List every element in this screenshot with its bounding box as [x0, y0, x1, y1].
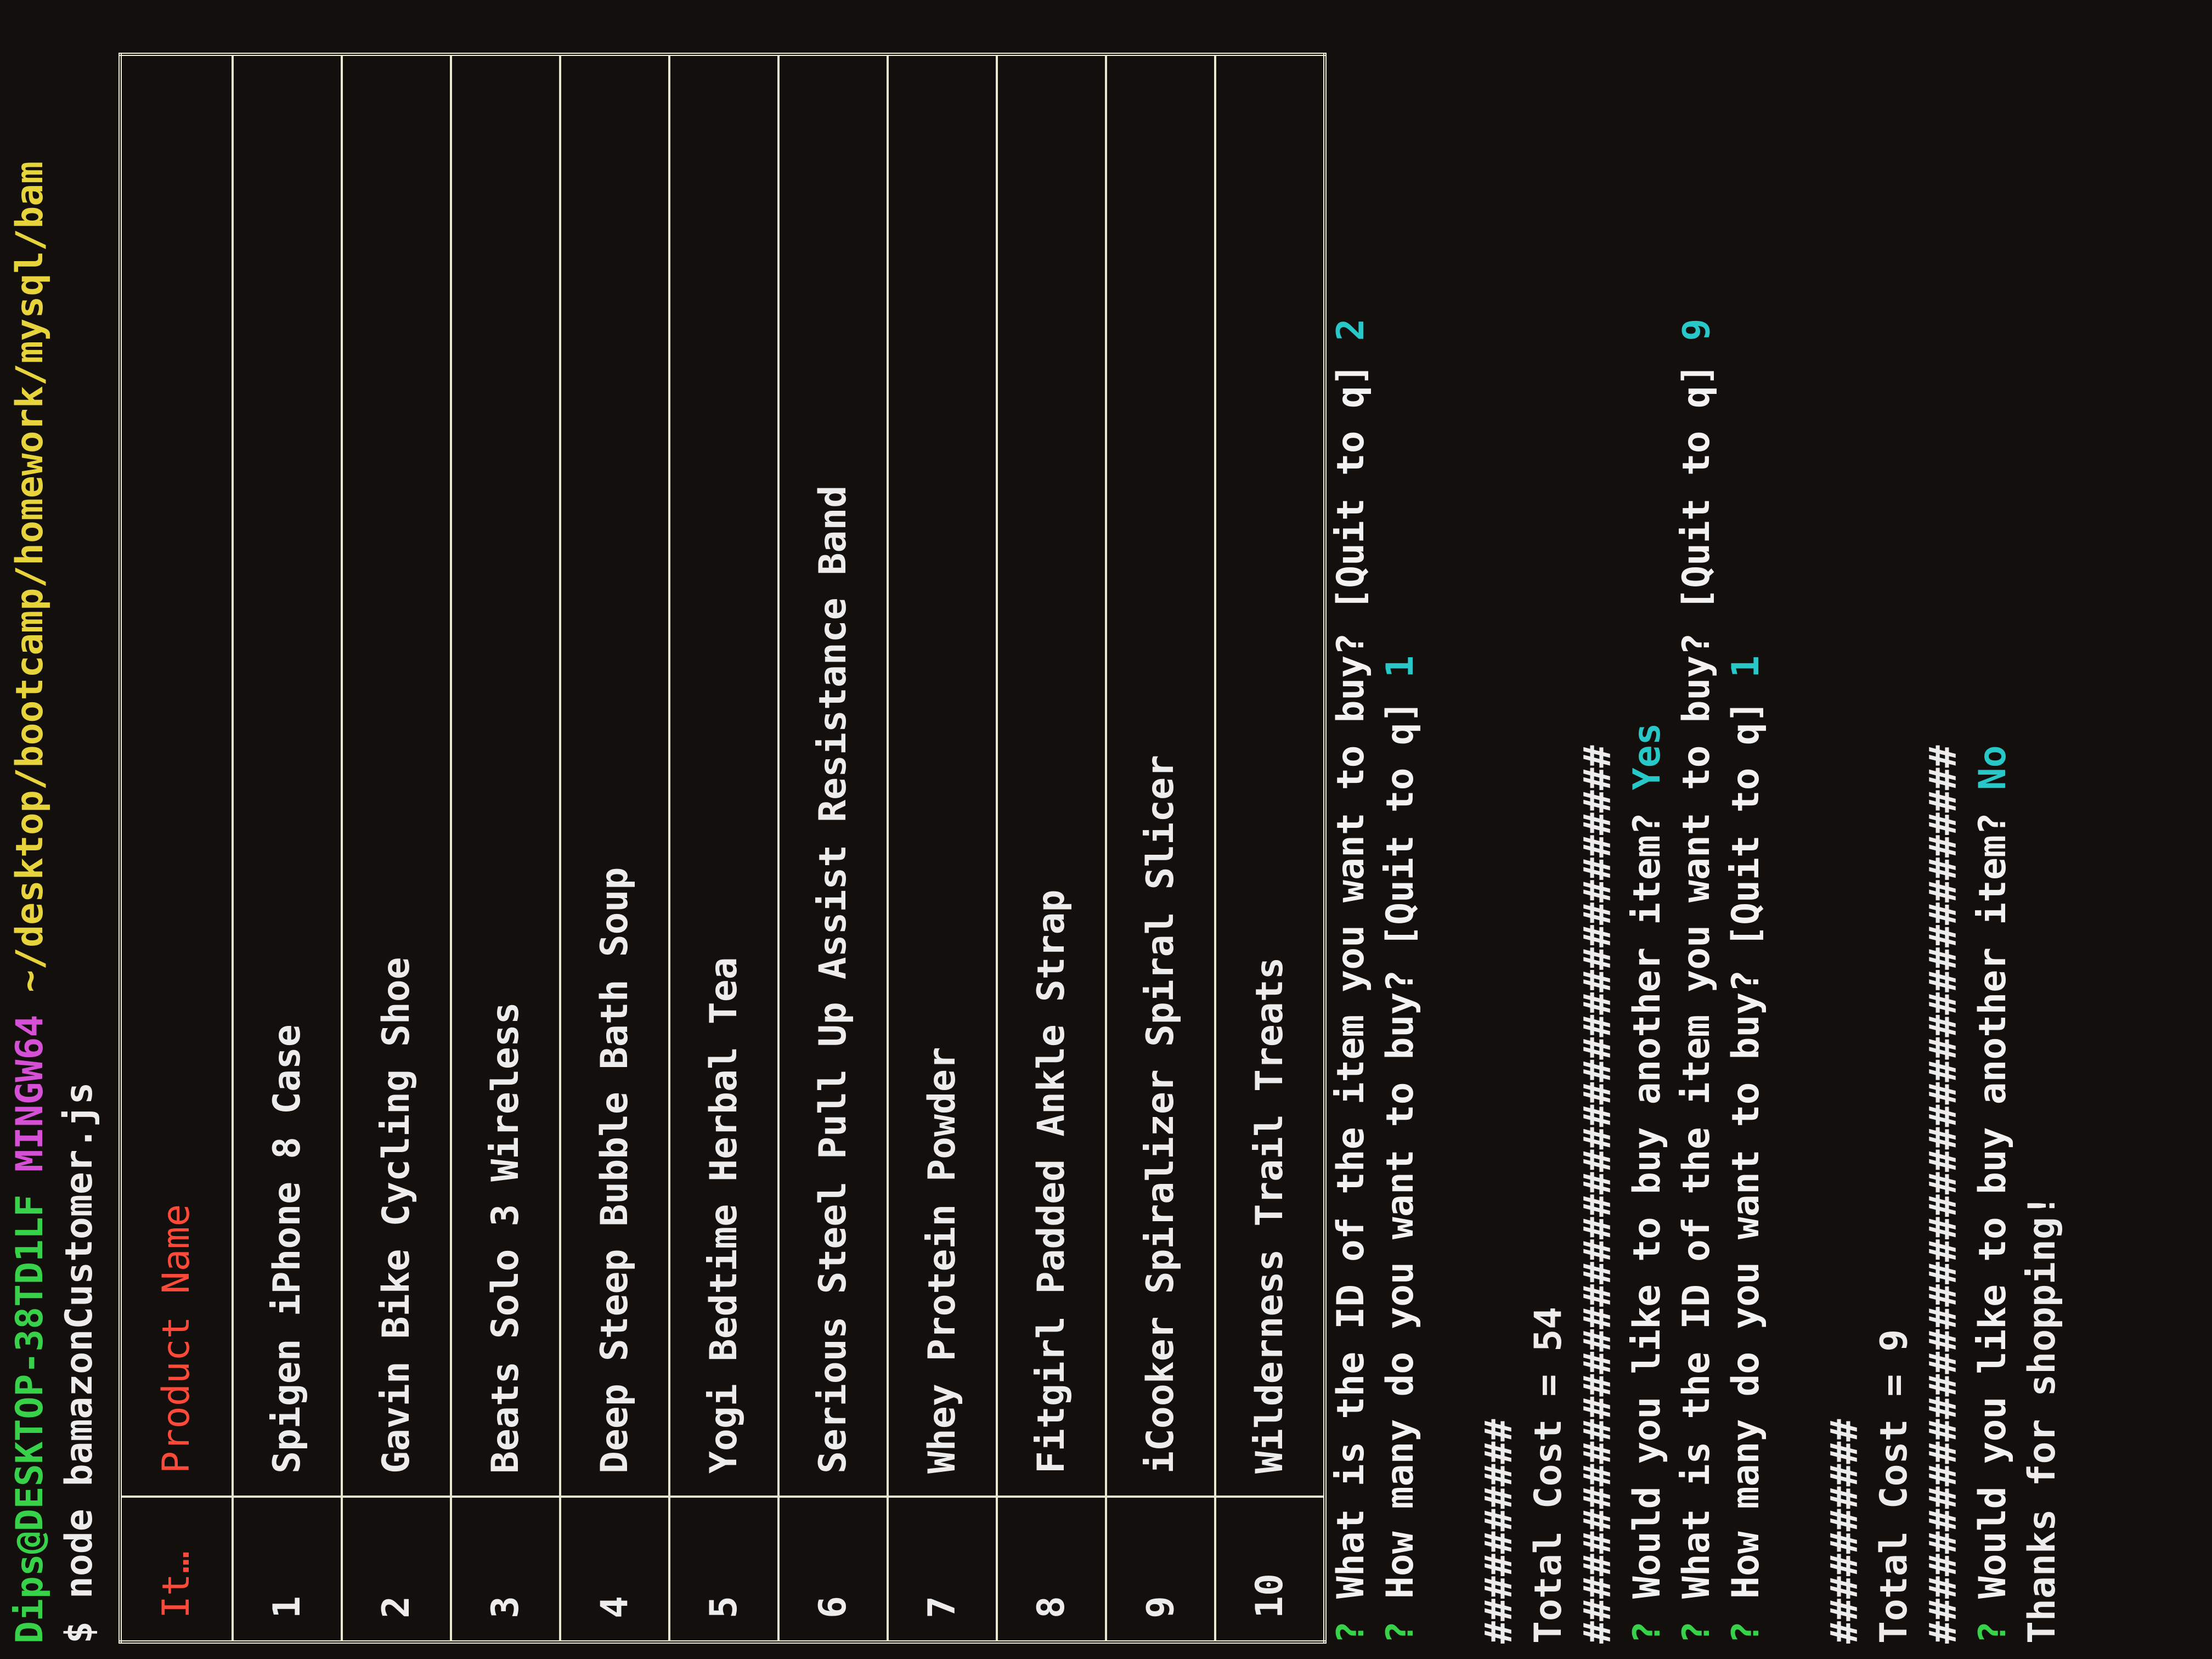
- shell-name: MINGW64: [8, 1014, 52, 1172]
- terminal-window[interactable]: Dips@DESKTOP-38TD1LF MINGW64 ~/desktop/b…: [0, 0, 2212, 1659]
- question-quantity: ? How many do you want to buy? [Quit to …: [1722, 16, 1771, 1644]
- user-host: Dips@DESKTOP-38TD1LF: [8, 1194, 52, 1644]
- item-id-cell: 6: [778, 1497, 888, 1642]
- shell-prompt-line: Dips@DESKTOP-38TD1LF MINGW64 ~/desktop/b…: [5, 16, 55, 1644]
- answer-text: 2: [1329, 318, 1373, 341]
- product-name-cell: Gavin Bike Cycling Shoe: [342, 54, 451, 1497]
- product-name-cell: Spigen iPhone 8 Case: [233, 54, 342, 1497]
- prompt-symbol: $: [58, 1621, 101, 1644]
- working-directory: ~/desktop/bootcamp/homework/mysql/bam: [8, 161, 52, 992]
- table-row: 9 iCooker Spiralizer Spiral Slicer: [1106, 54, 1215, 1642]
- question-quantity: ? How many do you want to buy? [Quit to …: [1376, 16, 1425, 1644]
- table-row: 7 Whey Protein Powder: [888, 54, 997, 1642]
- question-mark-icon: ?: [1675, 1621, 1718, 1644]
- thanks-message: Thanks for shopping!: [2021, 1194, 2064, 1644]
- answer-text: Yes: [1626, 723, 1669, 791]
- answer-text: No: [1971, 745, 2015, 791]
- question-text: How many do you want to buy? [Quit to q]: [1724, 700, 1768, 1599]
- hash-separator: ########################################: [1922, 745, 1965, 1644]
- item-id-cell: 5: [669, 1497, 778, 1642]
- column-header-item-id: It…: [120, 1497, 233, 1642]
- item-id-cell: 4: [560, 1497, 669, 1642]
- product-name-cell: Beats Solo 3 Wireless: [451, 54, 560, 1497]
- hash-separator: ##########: [1823, 1419, 1866, 1644]
- item-id-cell: 7: [888, 1497, 997, 1642]
- product-name-cell: Whey Protein Powder: [888, 54, 997, 1497]
- table-row: 8 Fitgirl Padded Ankle Strap: [997, 54, 1106, 1642]
- question-buy-another: ? Would you like to buy another item? No: [1968, 16, 2018, 1644]
- product-name-cell: Fitgirl Padded Ankle Strap: [997, 54, 1106, 1497]
- item-id-cell: 1: [233, 1497, 342, 1642]
- question-text: Would you like to buy another item?: [1626, 812, 1669, 1599]
- question-mark-icon: ?: [1329, 1621, 1373, 1644]
- hash-separator: ##########: [1477, 1419, 1521, 1644]
- answer-text: 1: [1724, 655, 1768, 678]
- item-id-cell: 2: [342, 1497, 451, 1642]
- table-row: 6 Serious Steel Pull Up Assist Resistance…: [778, 54, 888, 1642]
- question-item-id: ? What is the ID of the item you want to…: [1672, 16, 1722, 1644]
- table-header-row: It… Product Name: [120, 54, 233, 1642]
- question-text: Would you like to buy another item?: [1971, 812, 2015, 1599]
- table-row: 4 Deep Steep Bubble Bath Soup: [560, 54, 669, 1642]
- question-text: What is the ID of the item you want to b…: [1329, 363, 1373, 1599]
- question-buy-another: ? Would you like to buy another item? Ye…: [1623, 16, 1672, 1644]
- hash-separator: ########################################: [1576, 745, 1620, 1644]
- question-mark-icon: ?: [1971, 1621, 2015, 1644]
- total-cost: Total Cost = 54: [1527, 1306, 1570, 1644]
- total-cost: Total Cost = 9: [1872, 1329, 1916, 1644]
- question-text: How many do you want to buy? [Quit to q]: [1379, 700, 1422, 1599]
- product-name-cell: Serious Steel Pull Up Assist Resistance …: [778, 54, 888, 1497]
- column-header-product-name: Product Name: [120, 54, 233, 1497]
- question-mark-icon: ?: [1626, 1621, 1669, 1644]
- table-row: 1 Spigen iPhone 8 Case: [233, 54, 342, 1642]
- answer-text: 1: [1379, 655, 1422, 678]
- item-id-cell: 10: [1215, 1497, 1325, 1642]
- table-row: 10 Wilderness Trail Treats: [1215, 54, 1325, 1642]
- item-id-cell: 9: [1106, 1497, 1215, 1642]
- command-text: node bamazonCustomer.js: [58, 1082, 101, 1599]
- question-item-id: ? What is the ID of the item you want to…: [1327, 16, 1376, 1644]
- table-row: 3 Beats Solo 3 Wireless: [451, 54, 560, 1642]
- product-name-cell: Deep Steep Bubble Bath Soup: [560, 54, 669, 1497]
- product-name-cell: Wilderness Trail Treats: [1215, 54, 1325, 1497]
- answer-text: 9: [1675, 318, 1718, 341]
- question-mark-icon: ?: [1379, 1621, 1422, 1644]
- command-line: $ node bamazonCustomer.js: [55, 16, 104, 1644]
- product-name-cell: iCooker Spiralizer Spiral Slicer: [1106, 54, 1215, 1497]
- product-table: It… Product Name 1 Spigen iPhone 8 Case 2…: [119, 53, 1327, 1644]
- table-row: 2 Gavin Bike Cycling Shoe: [342, 54, 451, 1642]
- item-id-cell: 8: [997, 1497, 1106, 1642]
- table-row: 5 Yogi Bedtime Herbal Tea: [669, 54, 778, 1642]
- question-mark-icon: ?: [1724, 1621, 1768, 1644]
- item-id-cell: 3: [451, 1497, 560, 1642]
- question-text: What is the ID of the item you want to b…: [1675, 363, 1718, 1599]
- product-name-cell: Yogi Bedtime Herbal Tea: [669, 54, 778, 1497]
